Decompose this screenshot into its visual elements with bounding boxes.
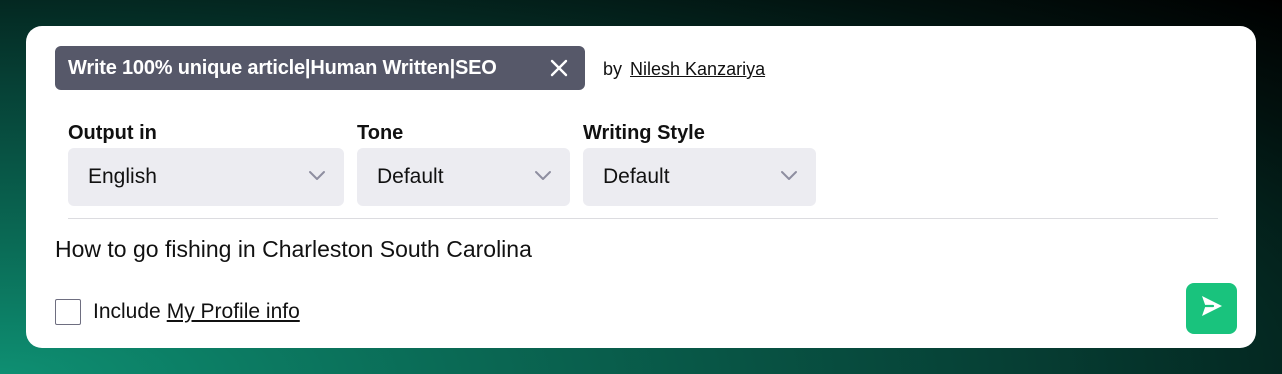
my-profile-info-link[interactable]: My Profile info (167, 300, 300, 323)
include-label: Include (93, 300, 161, 323)
output-language-select[interactable]: English (68, 148, 344, 206)
chevron-down-icon (534, 169, 552, 183)
prompt-template-chip[interactable]: Write 100% unique article|Human Written|… (55, 46, 585, 90)
prompt-card: Write 100% unique article|Human Written|… (26, 26, 1256, 348)
tone-label: Tone (357, 122, 404, 144)
writing-style-select[interactable]: Default (583, 148, 816, 206)
chevron-down-icon (780, 169, 798, 183)
output-language-value: English (88, 165, 157, 188)
writing-style-value: Default (603, 165, 670, 188)
send-icon (1199, 293, 1225, 324)
writing-style-label: Writing Style (583, 122, 705, 144)
by-label: by (603, 59, 623, 79)
author-link[interactable]: Nilesh Kanzariya (630, 59, 765, 79)
output-language-label: Output in (68, 122, 157, 144)
send-button[interactable] (1186, 283, 1237, 334)
author-credit: by Nilesh Kanzariya (603, 59, 765, 80)
tone-select[interactable]: Default (357, 148, 570, 206)
section-divider (68, 218, 1218, 219)
prompt-template-title: Write 100% unique article|Human Written|… (68, 56, 497, 79)
chevron-down-icon (308, 169, 326, 183)
close-icon[interactable] (549, 58, 569, 78)
include-profile-label: Include My Profile info (93, 300, 300, 324)
tone-value: Default (377, 165, 444, 188)
include-profile-checkbox[interactable] (55, 299, 81, 325)
prompt-input[interactable]: How to go fishing in Charleston South Ca… (55, 236, 1155, 263)
